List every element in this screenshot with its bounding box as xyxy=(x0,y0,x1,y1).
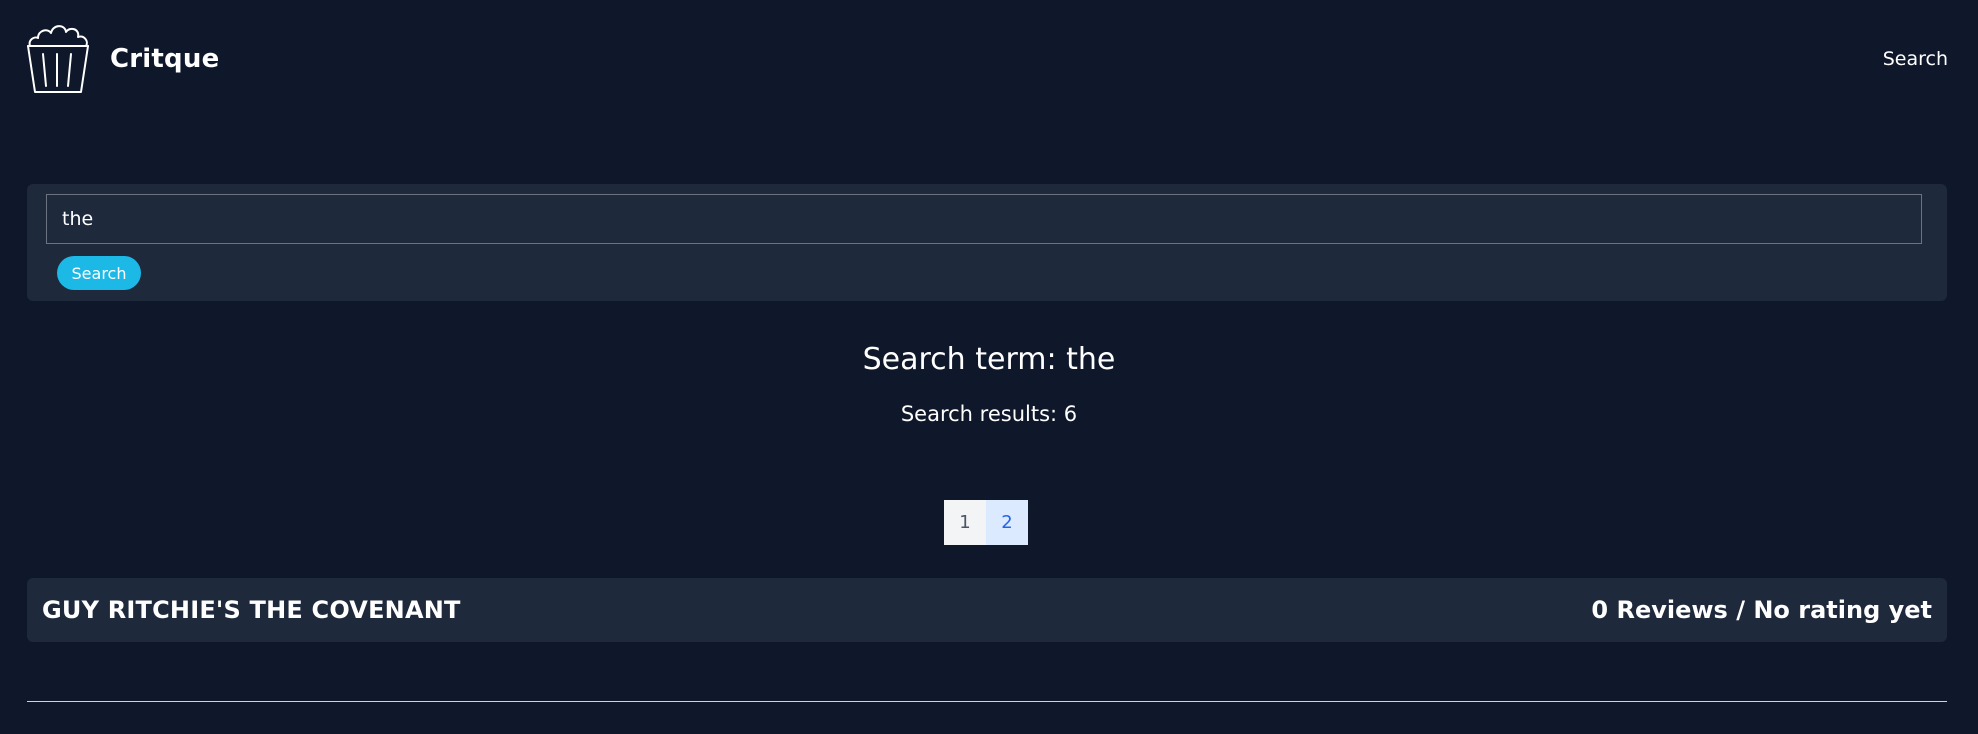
search-results-count: Search results: 6 xyxy=(900,402,1078,426)
brand-name[interactable]: Critque xyxy=(110,44,219,74)
search-button[interactable]: Search xyxy=(57,256,141,290)
page-button-1[interactable]: 1 xyxy=(944,500,986,545)
divider xyxy=(27,701,1947,702)
popcorn-bucket-icon[interactable] xyxy=(26,20,90,96)
search-input[interactable] xyxy=(46,194,1922,244)
page-button-2-active[interactable]: 2 xyxy=(986,500,1028,545)
movie-result-card[interactable]: GUY RITCHIE'S THE COVENANT 0 Reviews / N… xyxy=(27,578,1947,642)
nav-search-link[interactable]: Search xyxy=(1883,48,1948,70)
movie-review-summary: 0 Reviews / No rating yet xyxy=(1591,596,1932,624)
search-term-heading: Search term: the xyxy=(862,342,1116,377)
site-header: Critque Search xyxy=(0,0,1978,118)
movie-title[interactable]: GUY RITCHIE'S THE COVENANT xyxy=(42,596,461,624)
pagination: 1 2 xyxy=(944,500,1028,545)
search-panel: Search xyxy=(27,184,1947,301)
